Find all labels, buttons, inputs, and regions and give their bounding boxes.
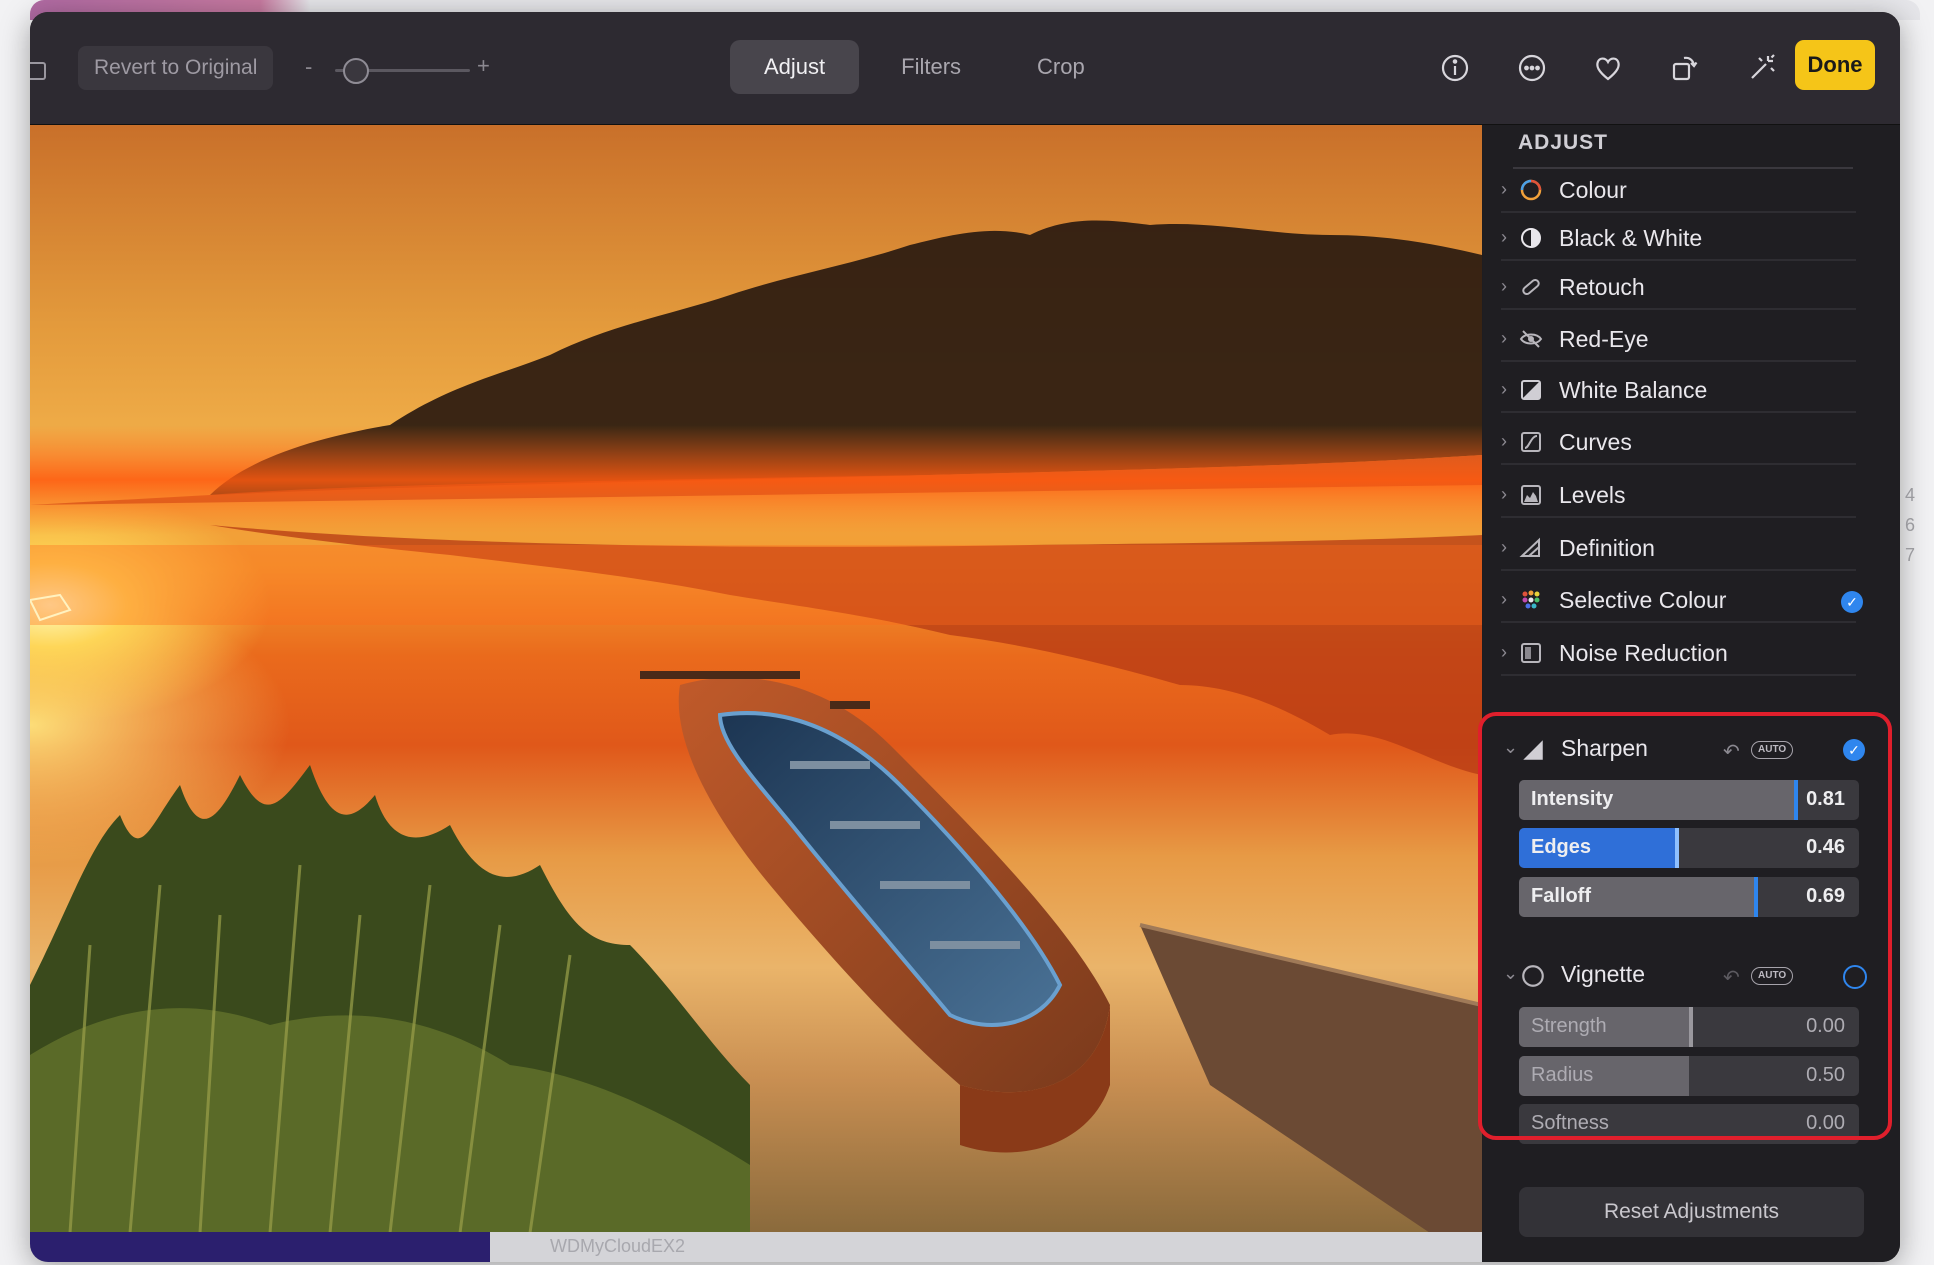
info-icon[interactable]	[1435, 48, 1475, 88]
chevron-right-icon[interactable]: ›	[1501, 642, 1507, 663]
adjust-item-selective-colour[interactable]: › Selective Colour ✓	[1501, 579, 1863, 623]
adjust-item-label: Red-Eye	[1559, 326, 1649, 352]
toolbar: Revert to Original - + Adjust Filters Cr…	[30, 12, 1900, 125]
reset-adjustments-button[interactable]: Reset Adjustments	[1519, 1187, 1864, 1237]
chevron-right-icon[interactable]: ›	[1501, 276, 1507, 297]
adjust-item-noise-reduction[interactable]: › Noise Reduction	[1501, 632, 1856, 676]
adjust-item-levels[interactable]: › Levels	[1501, 474, 1856, 518]
chevron-right-icon[interactable]: ›	[1501, 431, 1507, 452]
photo-image	[30, 220, 1482, 1233]
adjust-item-red-eye[interactable]: › Red-Eye	[1501, 318, 1856, 362]
chevron-right-icon[interactable]: ›	[1501, 484, 1507, 505]
background-edge-text: 4 6 7	[1905, 480, 1915, 570]
tab-adjust[interactable]: Adjust	[730, 40, 860, 94]
half-circle-icon	[1518, 225, 1544, 251]
adjust-item-colour[interactable]: › Colour	[1501, 169, 1856, 213]
panel-title: ADJUST	[1518, 131, 1609, 154]
adjust-item-label: Levels	[1559, 482, 1626, 508]
levels-icon	[1518, 482, 1544, 508]
highlight-frame	[1478, 712, 1892, 1140]
zoom-slider[interactable]: - +	[305, 52, 505, 86]
adjust-item-retouch[interactable]: › Retouch	[1501, 266, 1856, 310]
dots-icon	[1518, 587, 1544, 613]
tab-filters[interactable]: Filters	[867, 40, 995, 94]
chevron-right-icon[interactable]: ›	[1501, 179, 1507, 200]
adjust-item-label: White Balance	[1559, 377, 1708, 403]
chevron-right-icon[interactable]: ›	[1501, 227, 1507, 248]
background-window-strip: WDMyCloudEX2	[30, 1232, 1482, 1262]
done-button[interactable]: Done	[1795, 40, 1875, 90]
adjust-item-label: Definition	[1559, 535, 1655, 561]
adjust-item-label: Curves	[1559, 429, 1632, 455]
noise-icon	[1518, 640, 1544, 666]
background-edge-char: 4	[1905, 485, 1916, 505]
enabled-check-icon[interactable]: ✓	[1841, 591, 1863, 613]
sidebar-toggle-icon[interactable]	[30, 62, 46, 80]
rotate-icon[interactable]	[1664, 48, 1704, 88]
edit-mode-tabs: Adjust Filters Crop	[730, 40, 1119, 94]
bandage-icon	[1518, 274, 1544, 300]
curves-icon	[1518, 429, 1544, 455]
adjust-item-white-balance[interactable]: › White Balance	[1501, 369, 1856, 413]
adjust-item-label: Selective Colour	[1559, 587, 1727, 613]
background-edge-char: 7	[1905, 545, 1916, 565]
adjust-item-label: Colour	[1559, 177, 1627, 203]
adjust-item-label: Noise Reduction	[1559, 640, 1728, 666]
heart-icon[interactable]	[1588, 48, 1628, 88]
background-window-text: WDMyCloudEX2	[550, 1236, 686, 1256]
photo-canvas[interactable]	[30, 125, 1482, 1233]
white-balance-icon	[1518, 377, 1544, 403]
background-window-accent	[30, 1232, 490, 1262]
adjust-item-definition[interactable]: › Definition	[1501, 527, 1856, 571]
background-edge-char: 6	[1905, 515, 1916, 535]
chevron-right-icon[interactable]: ›	[1501, 589, 1507, 610]
chevron-right-icon[interactable]: ›	[1501, 328, 1507, 349]
colour-circle-icon	[1518, 177, 1544, 203]
chevron-right-icon[interactable]: ›	[1501, 379, 1507, 400]
tab-crop[interactable]: Crop	[1003, 40, 1119, 94]
adjust-item-label: Retouch	[1559, 274, 1645, 300]
zoom-knob[interactable]	[343, 58, 369, 84]
adjust-item-curves[interactable]: › Curves	[1501, 421, 1856, 465]
revert-to-original-button[interactable]: Revert to Original	[78, 46, 274, 90]
more-icon[interactable]	[1512, 48, 1552, 88]
eye-icon	[1518, 326, 1544, 352]
triangle-icon	[1518, 535, 1544, 561]
magic-wand-icon[interactable]	[1742, 48, 1782, 88]
chevron-right-icon[interactable]: ›	[1501, 537, 1507, 558]
adjust-item-black-white[interactable]: › Black & White	[1501, 217, 1856, 261]
zoom-in-icon[interactable]: +	[477, 53, 490, 79]
adjust-item-label: Black & White	[1559, 225, 1703, 251]
zoom-out-icon[interactable]: -	[305, 54, 312, 80]
